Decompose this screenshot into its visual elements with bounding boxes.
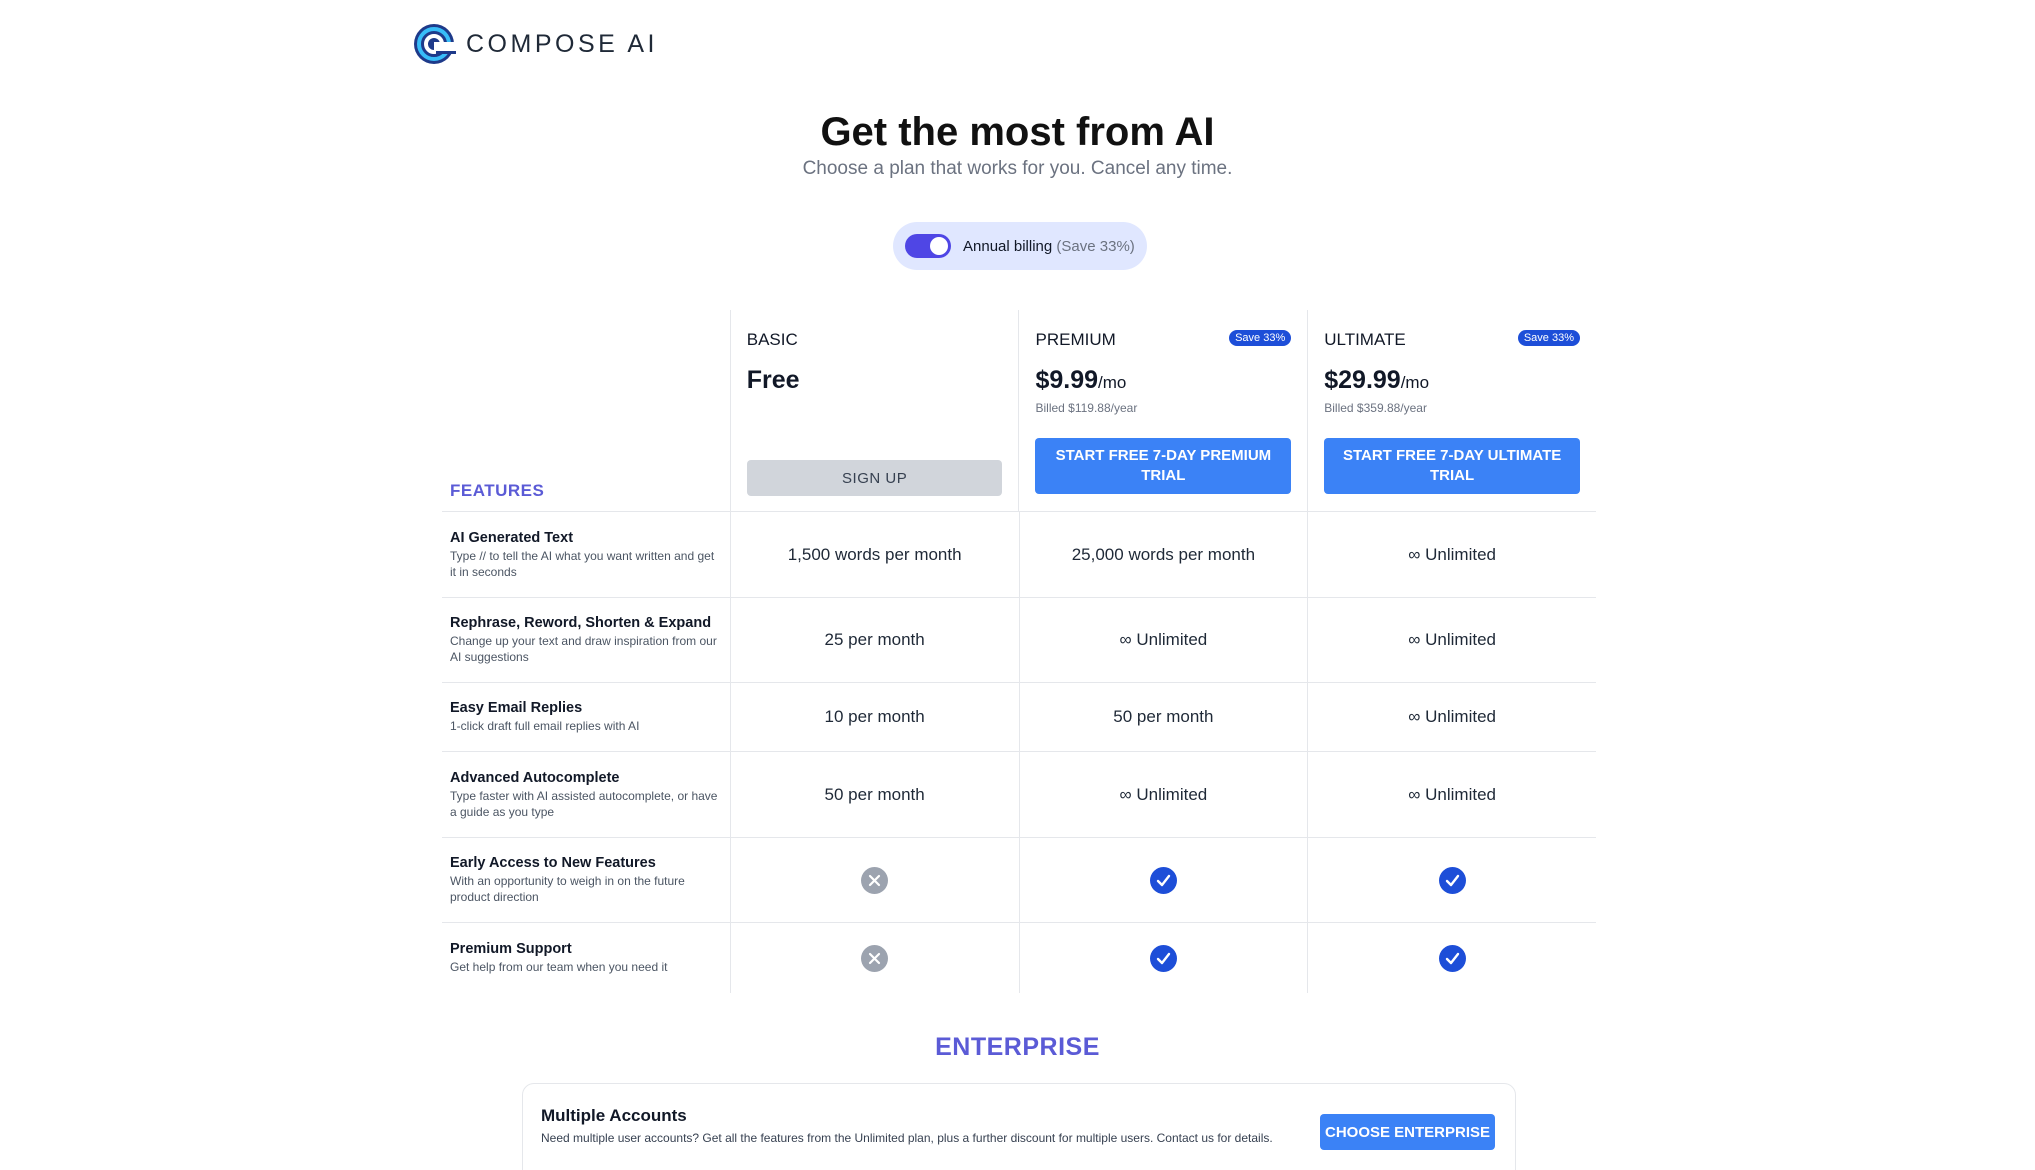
feature-info: AI Generated Text Type // to tell the AI… [442,512,730,597]
feature-value: ∞ Unlimited [1307,598,1596,682]
feature-value: 50 per month [729,752,1019,837]
feature-description: Type // to tell the AI what you want wri… [450,548,715,579]
plan-price-value: $29.99 [1324,366,1401,394]
save-badge: Save 33% [1517,330,1580,346]
brand-logo[interactable]: COMPOSE AI [412,22,658,66]
feature-value: ∞ Unlimited [1307,752,1596,837]
feature-title: Rephrase, Reword, Shorten & Expand [450,615,712,631]
pricing-header-row: FEATURES BASIC Free SIGN UP PREMIUM Save… [442,310,1596,512]
feature-value: 25 per month [729,598,1019,682]
plan-price-period: /mo [1400,373,1430,392]
feature-value: ∞ Unlimited [1307,683,1596,751]
feature-description: Get help from our team when you need it [450,960,668,974]
feature-description: Type faster with AI assisted autocomplet… [450,788,718,819]
sign-up-button[interactable]: SIGN UP [746,460,1003,496]
billing-save-note: (Save 33%) [1056,237,1135,255]
feature-value: 25,000 words per month [1018,512,1308,597]
feature-row-ai-generated-text: AI Generated Text Type // to tell the AI… [442,512,1596,598]
billing-label-text: Annual billing [963,237,1053,255]
brand-name: COMPOSE AI [466,29,658,58]
feature-value: ∞ Unlimited [1307,512,1596,597]
feature-included-cell [729,838,1019,922]
feature-description: With an opportunity to weigh in on the f… [450,874,685,904]
plan-billed-note: Billed $359.88/year [1324,401,1427,415]
annual-billing-toggle[interactable]: Annual billing (Save 33%) [893,222,1147,270]
feature-info: Premium Support Get help from our team w… [442,923,730,993]
compose-ai-logo-icon [414,24,456,64]
feature-title: Early Access to New Features [450,855,656,871]
enterprise-heading: ENTERPRISE [935,1033,1100,1061]
feature-title: Advanced Autocomplete [450,769,620,786]
feature-description: Change up your text and draw inspiration… [450,634,717,664]
start-premium-trial-button[interactable]: START FREE 7-DAY PREMIUM TRIAL [1035,438,1292,494]
plan-basic: BASIC Free SIGN UP [729,310,1019,511]
check-circle-icon [1149,944,1177,972]
plan-price: $9.99/mo [1035,366,1291,395]
feature-info: Early Access to New Features With an opp… [442,838,730,922]
toggle-switch[interactable] [905,234,951,258]
x-circle-icon [861,944,889,972]
plan-price-value: Free [746,366,800,394]
plan-price: Free [747,366,1003,395]
feature-value: 1,500 words per month [729,512,1019,597]
feature-row-early-access: Early Access to New Features With an opp… [442,838,1596,923]
plan-premium: PREMIUM Save 33% $9.99/mo Billed $119.88… [1018,310,1307,511]
feature-value: 50 per month [1018,683,1308,751]
billing-label: Annual billing (Save 33%) [963,238,1135,255]
save-badge: Save 33% [1229,330,1292,346]
feature-title: AI Generated Text [450,529,574,546]
features-header: FEATURES [442,310,730,511]
pricing-table: FEATURES BASIC Free SIGN UP PREMIUM Save… [442,310,1596,993]
feature-info: Easy Email Replies 1-click draft full em… [442,683,730,751]
plan-price-period: /mo [1098,373,1127,392]
check-circle-icon [1438,944,1466,972]
check-circle-icon [1149,866,1177,894]
plan-price-value: $9.99 [1035,366,1099,394]
feature-included-cell [1307,838,1596,922]
page-subtitle: Choose a plan that works for you. Cancel… [802,158,1233,179]
toggle-knob [930,237,948,255]
feature-description: 1-click draft full email replies with AI [450,719,640,733]
feature-row-rephrase: Rephrase, Reword, Shorten & Expand Chang… [442,598,1596,683]
choose-enterprise-button[interactable]: CHOOSE ENTERPRISE [1320,1114,1495,1150]
enterprise-card-description: Need multiple user accounts? Get all the… [541,1131,1273,1145]
plan-billed-note: Billed $119.88/year [1035,401,1138,415]
plan-name: BASIC [746,330,798,349]
features-label: FEATURES [450,481,545,500]
start-ultimate-trial-button[interactable]: START FREE 7-DAY ULTIMATE TRIAL [1324,438,1580,494]
feature-info: Rephrase, Reword, Shorten & Expand Chang… [442,598,730,682]
feature-title: Easy Email Replies [450,700,583,716]
feature-row-email-replies: Easy Email Replies 1-click draft full em… [442,683,1596,752]
feature-included-cell [1018,923,1308,993]
feature-row-autocomplete: Advanced Autocomplete Type faster with A… [442,752,1596,838]
plan-price: $29.99/mo [1324,366,1580,395]
x-circle-icon [861,866,889,894]
plan-ultimate: ULTIMATE Save 33% $29.99/mo Billed $359.… [1307,310,1596,511]
page-title: Get the most from AI [820,110,1215,154]
feature-included-cell [1307,923,1596,993]
feature-included-cell [1018,838,1308,922]
feature-value: ∞ Unlimited [1018,752,1308,837]
feature-row-premium-support: Premium Support Get help from our team w… [442,923,1596,993]
feature-included-cell [729,923,1019,993]
feature-info: Advanced Autocomplete Type faster with A… [442,752,730,837]
feature-title: Premium Support [450,941,572,957]
check-circle-icon [1438,866,1466,894]
enterprise-card: Multiple Accounts Need multiple user acc… [522,1083,1516,1170]
feature-value: ∞ Unlimited [1018,598,1308,682]
feature-value: 10 per month [729,683,1019,751]
